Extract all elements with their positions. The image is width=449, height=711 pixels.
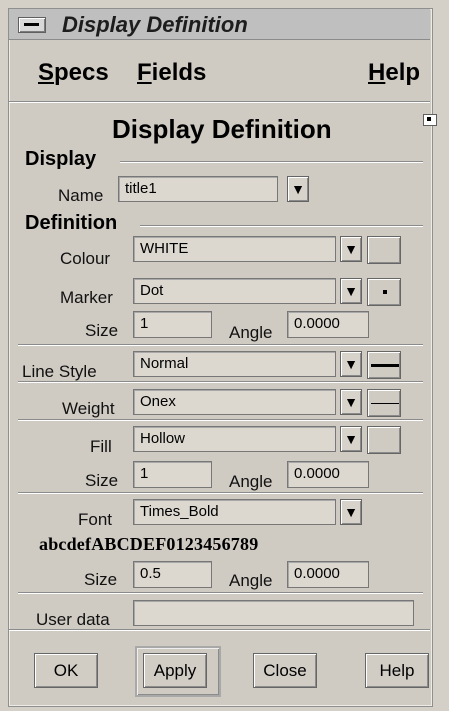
separator-before-font-highlight: [18, 493, 423, 494]
menu-specs[interactable]: Specs: [38, 59, 109, 87]
fill-input[interactable]: Hollow: [133, 426, 336, 452]
line-style-dropdown-button[interactable]: ▼: [340, 351, 362, 377]
weight-dropdown-button[interactable]: ▼: [340, 389, 362, 415]
ok-button[interactable]: OK: [34, 653, 98, 688]
fill-angle-label: Angle: [229, 472, 273, 491]
user-data-input[interactable]: [133, 600, 414, 626]
line-style-label: Line Style: [22, 362, 97, 381]
font-size-input[interactable]: 0.5: [133, 561, 212, 588]
system-menu-button[interactable]: [18, 17, 46, 33]
font-size-label: Size: [84, 570, 118, 589]
fill-label: Fill: [90, 437, 112, 456]
button-area-separator-highlight: [9, 630, 430, 631]
dropdown-arrow-icon: ▼: [344, 283, 358, 299]
marker-dropdown-button[interactable]: ▼: [340, 278, 362, 304]
separator-before-user-data-highlight: [18, 593, 423, 594]
dropdown-arrow-icon: ▼: [291, 181, 305, 197]
fill-dropdown-button[interactable]: ▼: [340, 426, 362, 452]
menu-separator-highlight: [9, 102, 430, 103]
weight-label: Weight: [62, 399, 115, 418]
system-menu-icon: [24, 23, 39, 26]
weight-preview[interactable]: [367, 389, 401, 417]
separator-before-weight-highlight: [18, 382, 423, 383]
line-style-input[interactable]: Normal: [133, 351, 336, 377]
maximize-icon[interactable]: [423, 114, 437, 126]
fill-angle-input[interactable]: 0.0000: [287, 461, 369, 488]
dropdown-arrow-icon: ▼: [344, 394, 358, 410]
name-input[interactable]: title1: [118, 176, 278, 202]
fill-preview[interactable]: [367, 426, 401, 454]
font-angle-input[interactable]: 0.0000: [287, 561, 369, 588]
name-dropdown-button[interactable]: ▼: [287, 176, 309, 202]
marker-dot-icon: [383, 290, 387, 294]
display-section-title: Display: [25, 148, 97, 170]
dropdown-arrow-icon: ▼: [344, 356, 358, 372]
dropdown-arrow-icon: ▼: [344, 504, 358, 520]
window-title: Display Definition: [62, 12, 248, 37]
font-input[interactable]: Times_Bold: [133, 499, 336, 525]
colour-swatch[interactable]: [367, 236, 401, 264]
font-dropdown-button[interactable]: ▼: [340, 499, 362, 525]
separator-before-line-style-highlight: [18, 345, 423, 346]
colour-dropdown-button[interactable]: ▼: [340, 236, 362, 262]
fill-size-input[interactable]: 1: [133, 461, 212, 488]
thick-line-icon: [371, 364, 399, 367]
marker-label: Marker: [60, 288, 113, 307]
definition-section-line-highlight: [140, 226, 423, 227]
dropdown-arrow-icon: ▼: [344, 431, 358, 447]
definition-section-title: Definition: [25, 212, 118, 234]
close-button[interactable]: Close: [253, 653, 317, 688]
user-data-label: User data: [36, 610, 110, 629]
marker-angle-label: Angle: [229, 323, 273, 342]
separator-before-fill-highlight: [18, 420, 423, 421]
dialog-header: Display Definition: [112, 114, 332, 144]
marker-input[interactable]: Dot: [133, 278, 336, 304]
font-angle-label: Angle: [229, 571, 273, 590]
name-label: Name: [58, 186, 104, 205]
weight-input[interactable]: Onex: [133, 389, 336, 415]
dropdown-arrow-icon: ▼: [344, 241, 358, 257]
marker-size-input[interactable]: 1: [133, 311, 212, 338]
marker-angle-input[interactable]: 0.0000: [287, 311, 369, 338]
font-label: Font: [78, 510, 113, 529]
display-section-line-highlight: [120, 162, 423, 163]
colour-input[interactable]: WHITE: [133, 236, 336, 262]
font-preview-text: abcdefABCDEF0123456789: [39, 534, 259, 554]
colour-label: Colour: [60, 249, 111, 268]
fill-size-label: Size: [85, 471, 119, 490]
marker-size-label: Size: [85, 321, 119, 340]
apply-button[interactable]: Apply: [143, 653, 207, 688]
thin-line-icon: [371, 403, 399, 404]
menu-help[interactable]: Help: [368, 59, 420, 87]
line-style-preview[interactable]: [367, 351, 401, 379]
menu-fields[interactable]: Fields: [137, 59, 206, 87]
marker-preview[interactable]: [367, 278, 401, 306]
help-button[interactable]: Help: [365, 653, 429, 688]
